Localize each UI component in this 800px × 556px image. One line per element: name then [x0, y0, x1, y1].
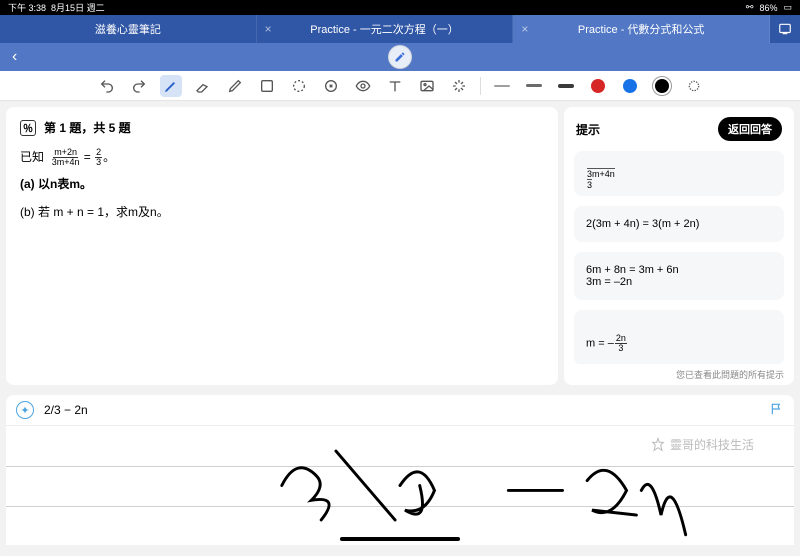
answer-bar: ✦ 2/3 − 2n [6, 395, 794, 425]
hints-title: 提示 [576, 121, 600, 138]
question-header: ％ 第 1 題，共 5 題 [20, 119, 544, 136]
back-button[interactable]: ‹ [0, 48, 29, 66]
toolbar [0, 71, 800, 101]
question-card: ％ 第 1 題，共 5 題 已知 m+2n3m+4n = 23。 (a) 以n表… [6, 107, 558, 385]
flag-button[interactable] [770, 402, 784, 419]
answer-icon[interactable]: ✦ [16, 401, 34, 419]
highlighter-tool[interactable] [224, 75, 246, 97]
color-blue[interactable] [619, 75, 641, 97]
question-title: 第 1 題，共 5 題 [44, 119, 131, 136]
link-icon: ⚯ [746, 2, 754, 13]
hint-item: m = –2n3 [574, 310, 784, 364]
tab-practice-2[interactable]: Practice - 代數分式和公式 [513, 15, 770, 43]
nav-bar: ‹ [0, 43, 800, 71]
hint-item: 6m + 8n = 3m + 6n 3m = –2n [574, 252, 784, 300]
status-bar: 下午 3:38 8月15日 週二 ⚯ 86% ▭ [0, 0, 800, 15]
image-tool[interactable] [416, 75, 438, 97]
pen-mode-button[interactable] [388, 45, 412, 69]
answer-expression: 2/3 − 2n [44, 403, 88, 417]
preview-tool[interactable] [352, 75, 374, 97]
part-b: (b) 若 m + n = 1，求m及n。 [20, 203, 544, 222]
hints-header: 提示 返回回答 [564, 107, 794, 151]
hints-card: 提示 返回回答 3m+4n 3 2(3m + 4n) = 3(m + 2n) 6… [564, 107, 794, 385]
question-icon: ％ [20, 120, 36, 136]
eraser-tool[interactable] [192, 75, 214, 97]
stroke-thick[interactable] [555, 75, 577, 97]
scratch-area[interactable]: 靈哥的科技生活 [6, 425, 794, 545]
undo-button[interactable] [96, 75, 118, 97]
battery-label: 86% [759, 3, 777, 13]
battery-icon: ▭ [783, 2, 792, 13]
color-custom[interactable] [683, 75, 705, 97]
tab-practice-1[interactable]: Practice - 一元二次方程（一） [257, 15, 514, 43]
hints-footnote: 您已查看此問題的所有提示 [564, 364, 794, 385]
redo-button[interactable] [128, 75, 150, 97]
part-a: (a) 以n表m。 [20, 175, 544, 194]
status-time: 下午 3:38 8月15日 週二 [8, 1, 105, 14]
shape-tool[interactable] [256, 75, 278, 97]
hints-list[interactable]: 3m+4n 3 2(3m + 4n) = 3(m + 2n) 6m + 8n =… [564, 151, 794, 364]
sparkle-tool[interactable] [448, 75, 470, 97]
tab-notes[interactable]: 滋養心靈筆記 [0, 15, 257, 43]
pen-tool[interactable] [160, 75, 182, 97]
content-area: ％ 第 1 題，共 5 題 已知 m+2n3m+4n = 23。 (a) 以n表… [0, 101, 800, 391]
lasso-tool[interactable] [288, 75, 310, 97]
home-indicator[interactable] [340, 537, 460, 541]
stroke-med[interactable] [523, 75, 545, 97]
text-tool[interactable] [384, 75, 406, 97]
hint-item: 3m+4n 3 [574, 151, 784, 196]
question-body: 已知 m+2n3m+4n = 23。 (a) 以n表m。 (b) 若 m + n… [20, 148, 544, 230]
divider [480, 77, 481, 95]
stroke-thin[interactable] [491, 75, 513, 97]
color-red[interactable] [587, 75, 609, 97]
answer-section: ✦ 2/3 − 2n 靈哥的科技生活 [0, 391, 800, 545]
hint-item: 2(3m + 4n) = 3(m + 2n) [574, 206, 784, 242]
tab-overflow-button[interactable] [770, 15, 800, 43]
handwriting [6, 426, 794, 545]
given-line: 已知 m+2n3m+4n = 23。 [20, 148, 544, 167]
tab-bar: 滋養心靈筆記 Practice - 一元二次方程（一） Practice - 代… [0, 15, 800, 43]
status-right: ⚯ 86% ▭ [746, 2, 792, 13]
color-black[interactable] [651, 75, 673, 97]
back-answer-button[interactable]: 返回回答 [718, 117, 782, 141]
ai-tool[interactable] [320, 75, 342, 97]
